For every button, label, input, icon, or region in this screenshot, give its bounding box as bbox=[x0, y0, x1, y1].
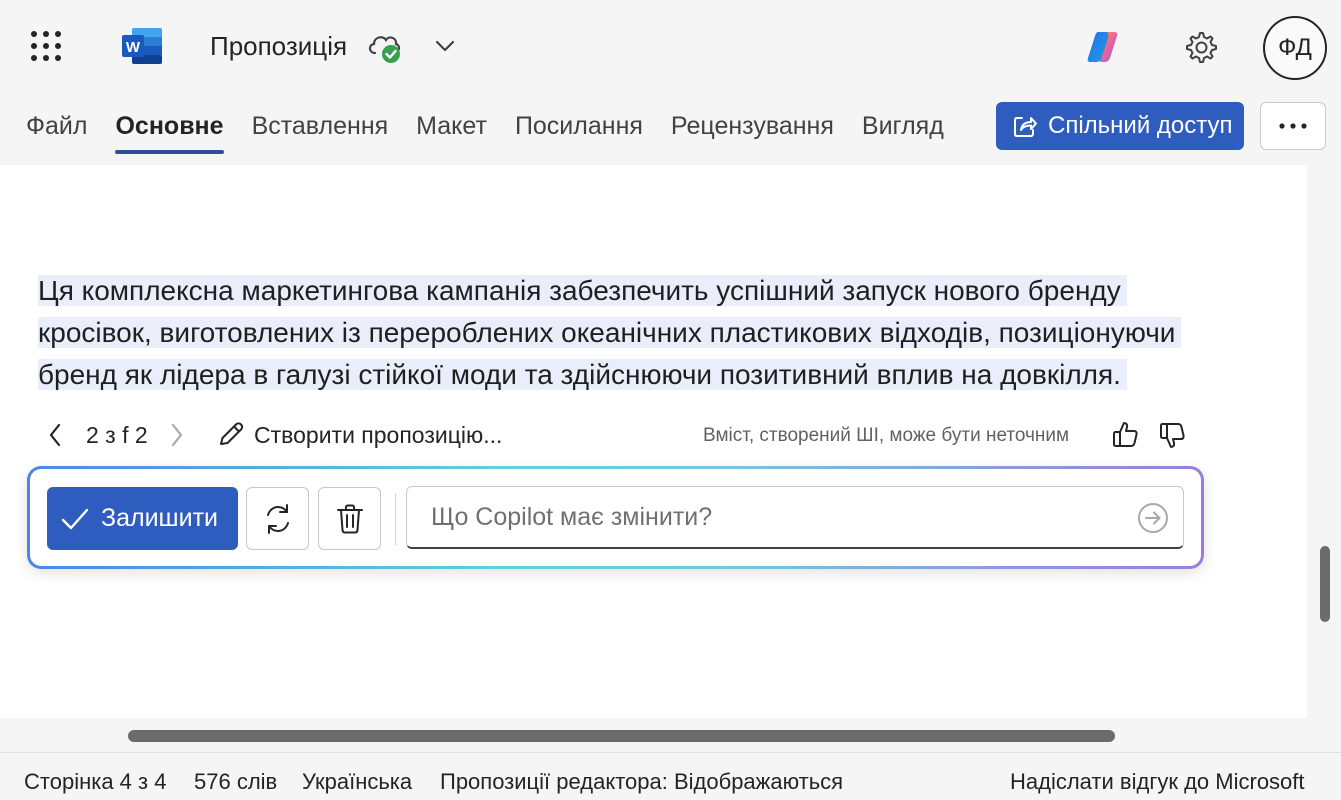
waffle-icon[interactable] bbox=[30, 30, 62, 62]
editor-suggestions-status[interactable]: Пропозиції редактора: Відображаються bbox=[440, 769, 843, 795]
document-title[interactable]: Пропозиція bbox=[210, 31, 347, 62]
gear-icon[interactable] bbox=[1180, 27, 1220, 67]
regenerate-icon bbox=[266, 503, 289, 534]
vertical-scrollbar-thumb[interactable] bbox=[1320, 546, 1330, 622]
keep-label: Залишити bbox=[101, 504, 218, 532]
paragraph-line: бренд як лідера в галузі стійкої моди та… bbox=[38, 359, 1127, 390]
tab-layout[interactable]: Макет bbox=[416, 108, 487, 158]
cloud-check-icon bbox=[368, 36, 401, 63]
checkmark-icon bbox=[61, 508, 89, 529]
copilot-prompt-box bbox=[406, 486, 1184, 549]
send-arrow-icon[interactable] bbox=[1136, 501, 1170, 535]
copilot-icon[interactable] bbox=[1084, 28, 1122, 66]
vertical-scrollbar[interactable] bbox=[1307, 165, 1341, 718]
language-status[interactable]: Українська bbox=[302, 769, 412, 795]
keep-button[interactable]: Залишити bbox=[47, 487, 238, 550]
copilot-action-bar-inner: Залишити bbox=[30, 469, 1201, 566]
title-bar: W Пропозиція ФД bbox=[0, 0, 1341, 95]
chevron-left-icon[interactable] bbox=[46, 422, 64, 448]
svg-text:W: W bbox=[126, 39, 141, 56]
tab-home[interactable]: Основне bbox=[115, 108, 224, 158]
suggestion-counter: 2 з f 2 bbox=[86, 422, 148, 448]
trash-icon bbox=[336, 504, 363, 533]
paragraph-line: кросівок, виготовлених із перероблених о… bbox=[38, 317, 1182, 348]
discard-button[interactable] bbox=[318, 487, 381, 550]
ai-disclaimer: Вміст, створений ШІ, може бути неточним bbox=[703, 425, 1070, 446]
user-avatar[interactable]: ФД bbox=[1263, 16, 1327, 80]
word-app: W Пропозиція ФД Файл Основне Вставлення … bbox=[0, 0, 1341, 800]
document-paragraph[interactable]: Ця комплексна маркетингова кампанія забе… bbox=[38, 270, 1238, 396]
word-count[interactable]: 576 слів bbox=[194, 769, 277, 795]
page-count[interactable]: Сторінка 4 з 4 bbox=[24, 769, 166, 795]
horizontal-scrollbar-thumb[interactable] bbox=[128, 730, 1115, 742]
share-icon bbox=[1014, 117, 1037, 137]
more-options-button[interactable] bbox=[1260, 102, 1326, 150]
bar-divider bbox=[395, 493, 396, 545]
chevron-down-icon[interactable] bbox=[434, 38, 456, 54]
ribbon-tabs: Файл Основне Вставлення Макет Посилання … bbox=[26, 108, 972, 158]
tab-view[interactable]: Вигляд bbox=[862, 108, 944, 158]
regenerate-button[interactable] bbox=[246, 487, 309, 550]
paragraph-line: Ця комплексна маркетингова кампанія забе… bbox=[38, 275, 1127, 306]
status-bar: Сторінка 4 з 4 576 слів Українська Пропо… bbox=[0, 752, 1341, 800]
suggestion-nav: 2 з f 2 Створити пропозицію... Вміст, ст… bbox=[40, 418, 1200, 454]
share-button[interactable]: Спільний доступ bbox=[996, 102, 1244, 150]
pencil-icon bbox=[220, 422, 244, 445]
tab-review[interactable]: Рецензування bbox=[671, 108, 834, 158]
tab-insert[interactable]: Вставлення bbox=[252, 108, 389, 158]
chevron-right-icon[interactable] bbox=[168, 422, 186, 448]
thumbs-down-icon[interactable] bbox=[1158, 421, 1188, 451]
thumbs-up-icon[interactable] bbox=[1111, 419, 1141, 449]
feedback-link[interactable]: Надіслати відгук до Microsoft bbox=[1010, 769, 1305, 795]
tab-references[interactable]: Посилання bbox=[515, 108, 643, 158]
tab-file[interactable]: Файл bbox=[26, 108, 87, 158]
word-logo-icon[interactable]: W bbox=[120, 26, 164, 66]
copilot-prompt-input[interactable] bbox=[407, 487, 1127, 547]
copilot-action-bar: Залишити bbox=[27, 466, 1204, 569]
share-label: Спільний доступ bbox=[1048, 112, 1233, 139]
create-suggestion-link[interactable]: Створити пропозицію... bbox=[254, 422, 502, 449]
more-icon bbox=[1279, 123, 1307, 129]
